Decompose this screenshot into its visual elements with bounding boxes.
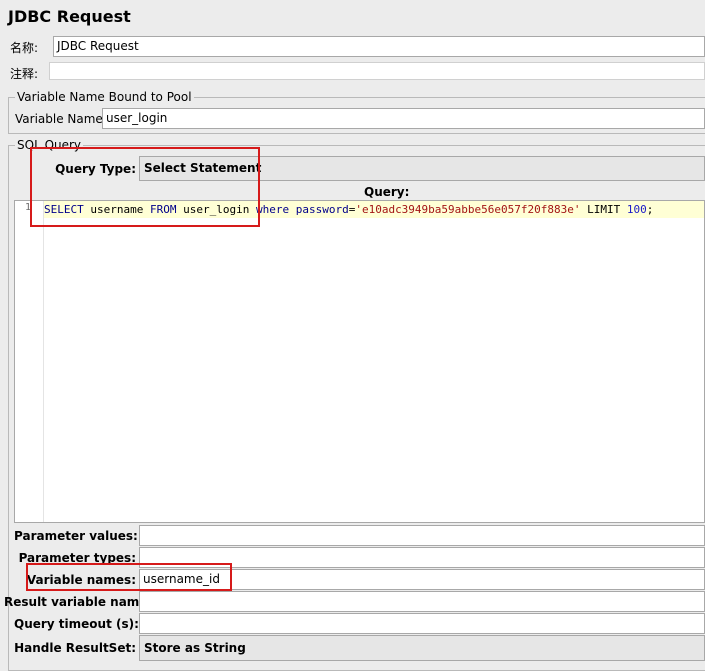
sql-keyword: password — [295, 203, 349, 216]
variable-names-label: Variable names: — [26, 573, 136, 587]
variable-names-field[interactable]: username_id — [139, 569, 705, 590]
sql-number-literal: 100 — [626, 203, 647, 216]
query-type-label: Query Type: — [55, 162, 136, 176]
variable-name-field[interactable]: user_login — [102, 108, 705, 129]
page-title: JDBC Request — [8, 7, 131, 26]
variable-name-label: Variable Name: — [15, 112, 107, 126]
query-timeout-label: Query timeout (s): — [14, 617, 139, 631]
line-number-gutter: 1 — [15, 201, 44, 522]
sql-editor[interactable]: 1 SELECT username FROM user_login where … — [14, 200, 705, 523]
line-number: 1 — [25, 202, 32, 213]
comment-label: 注释: — [10, 67, 39, 81]
query-timeout-field[interactable] — [139, 613, 705, 634]
sql-text: user_login — [176, 203, 256, 216]
name-label: 名称: — [10, 41, 39, 55]
sql-keyword: FROM — [149, 203, 177, 216]
sql-text: username — [83, 203, 150, 216]
sql-group-legend: SQL Query — [15, 138, 84, 152]
sql-text: LIMIT — [580, 203, 627, 216]
pool-group-legend: Variable Name Bound to Pool — [15, 90, 194, 104]
parameter-values-label: Parameter values: — [14, 529, 138, 543]
comment-field[interactable] — [49, 62, 705, 80]
parameter-types-field[interactable] — [139, 547, 705, 568]
result-variable-name-label: Result variable name: — [4, 595, 153, 609]
parameter-values-field[interactable] — [139, 525, 705, 546]
parameter-types-label: Parameter types: — [18, 551, 136, 565]
query-header: Query: — [364, 185, 410, 199]
sql-keyword: SELECT — [44, 203, 84, 216]
sql-string-literal: 'e10adc3949ba59abbe56e057f20f883e' — [355, 203, 581, 216]
query-type-select[interactable]: Select Statement — [139, 156, 705, 181]
handle-resultset-label: Handle ResultSet: — [14, 641, 136, 655]
sql-keyword: where — [255, 203, 290, 216]
result-variable-name-field[interactable] — [139, 591, 705, 612]
sql-code-line[interactable]: SELECT username FROM user_login where pa… — [44, 201, 704, 218]
handle-resultset-select[interactable]: Store as String — [139, 635, 705, 661]
sql-text: ; — [646, 203, 654, 216]
name-field[interactable]: JDBC Request — [53, 36, 705, 57]
